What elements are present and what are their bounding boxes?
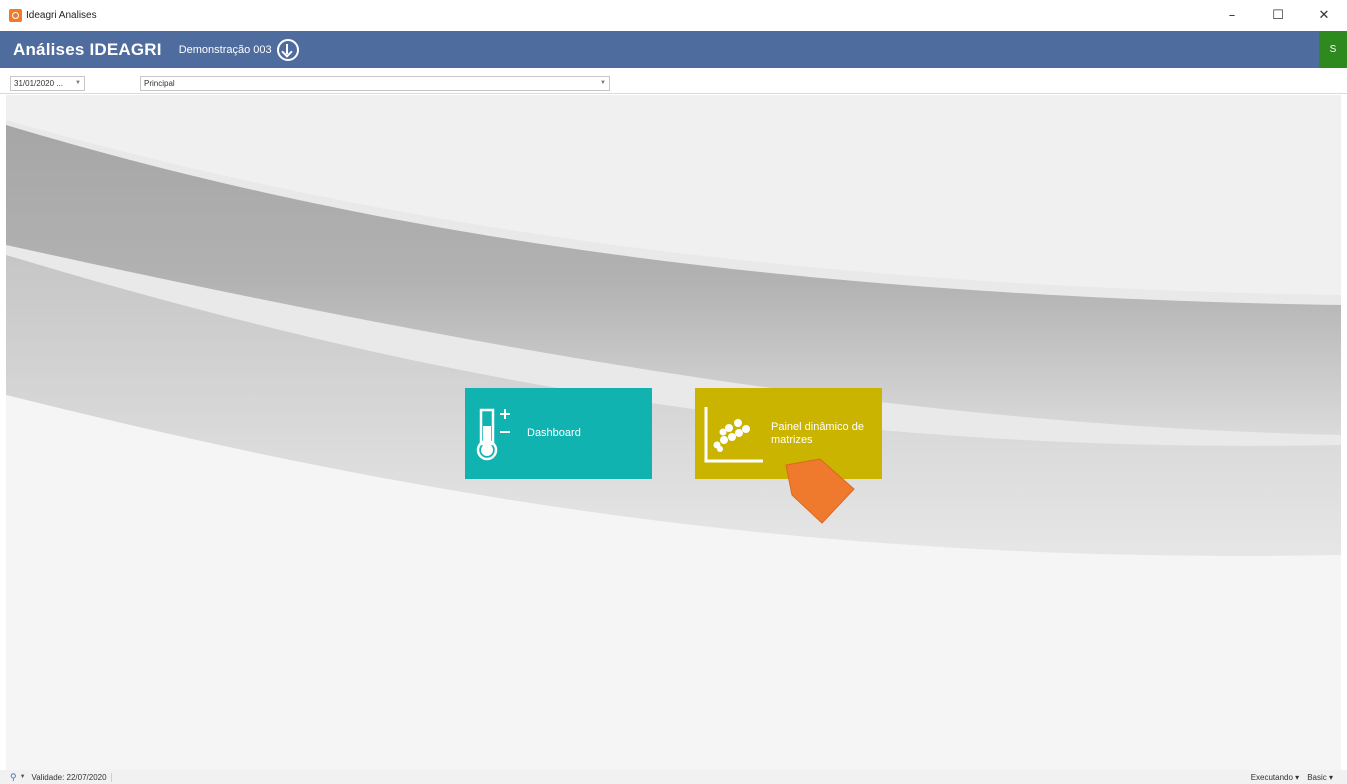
background-image: [6, 95, 1341, 770]
status-bar: ⚲ ▼ Validade: 22/07/2020 Executando ▾ Ba…: [0, 770, 1347, 784]
panel-select-value: Principal: [144, 79, 175, 88]
app-name: Análises IDEAGRI: [13, 39, 162, 59]
validity-text: Validade: 22/07/2020: [32, 772, 112, 782]
scatter-plot-icon: [704, 406, 763, 462]
dashboard-tile[interactable]: Dashboard: [465, 388, 652, 479]
chevron-down-icon[interactable]: ▼: [20, 774, 26, 780]
run-state-menu[interactable]: Executando ▾: [1251, 773, 1300, 782]
pointer-cursor-icon: [785, 458, 855, 524]
help-icon[interactable]: ⚲: [10, 772, 17, 783]
panel-select-combo[interactable]: Principal ▼: [140, 76, 610, 91]
status-right-group: Executando ▾ Basic ▾: [1243, 770, 1333, 784]
window-title: Ideagri Analises: [26, 10, 97, 21]
maximize-button[interactable]: ☐: [1255, 0, 1301, 31]
date-filter-combo[interactable]: 31/01/2020 ... ▼: [10, 76, 85, 91]
date-filter-value: 31/01/2020 ...: [14, 79, 63, 88]
app-header: Análises IDEAGRI Demonstração 003 S: [0, 31, 1347, 68]
chevron-down-icon: ▼: [75, 80, 81, 86]
app-logo-icon: [9, 9, 22, 22]
minimize-button[interactable]: –: [1209, 0, 1255, 31]
window-titlebar: Ideagri Analises – ☐ ✕: [0, 0, 1347, 31]
database-name: Demonstração 003: [178, 43, 272, 56]
thermometer-plus-minus-icon: [476, 408, 510, 460]
filter-bar: 31/01/2020 ... ▼ Principal ▼: [0, 68, 1347, 94]
window-controls: – ☐ ✕: [1209, 0, 1347, 31]
chevron-down-icon: ▼: [600, 80, 606, 86]
user-badge[interactable]: S: [1319, 31, 1347, 68]
arrow-down-circle-icon[interactable]: [276, 38, 299, 61]
mode-menu[interactable]: Basic ▾: [1307, 773, 1333, 782]
main-workspace: Dashboard Painel dinâmico de matrizes: [6, 95, 1341, 770]
dashboard-tile-label: Dashboard: [527, 427, 581, 439]
matrix-panel-tile-label: Painel dinâmico de matrizes: [771, 420, 864, 446]
close-button[interactable]: ✕: [1301, 0, 1347, 31]
